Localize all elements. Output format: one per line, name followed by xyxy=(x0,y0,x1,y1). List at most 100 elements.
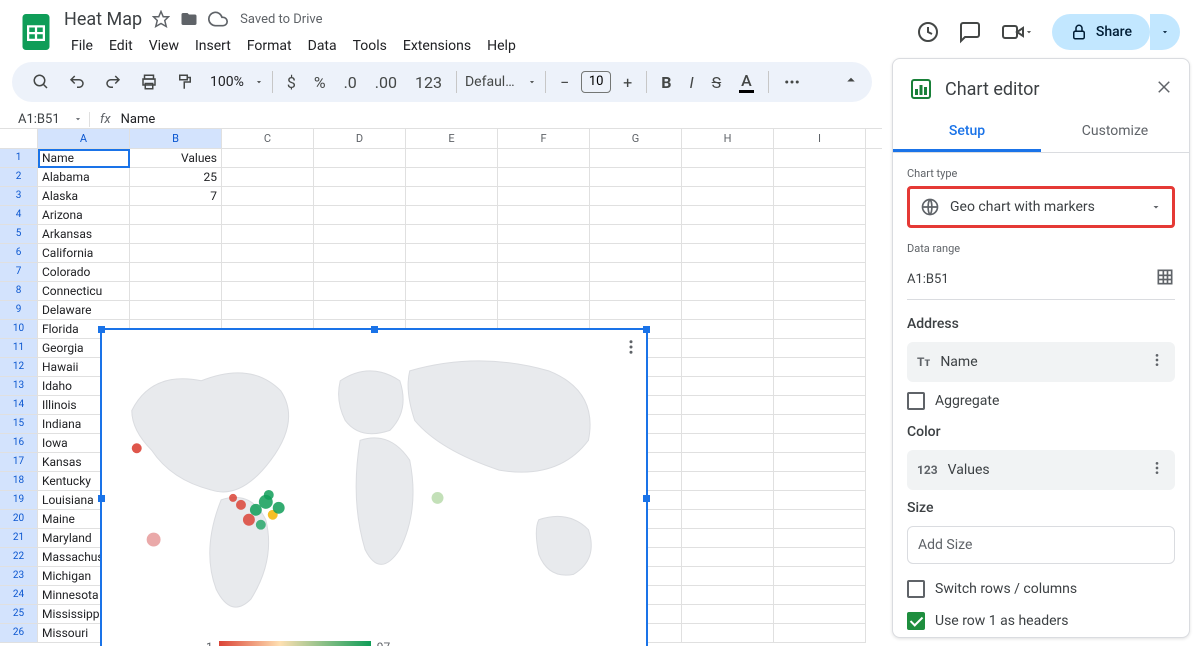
row-header[interactable]: 21 xyxy=(0,529,38,548)
cell[interactable] xyxy=(682,453,774,472)
row-header[interactable]: 23 xyxy=(0,567,38,586)
menu-view[interactable]: View xyxy=(142,36,186,56)
formula-bar[interactable]: Name xyxy=(121,112,156,127)
cell[interactable] xyxy=(774,358,866,377)
address-chip[interactable]: Tᴛ Name xyxy=(907,342,1175,382)
cell[interactable] xyxy=(222,263,314,282)
row-header[interactable]: 25 xyxy=(0,605,38,624)
row-header[interactable]: 5 xyxy=(0,225,38,244)
cell[interactable]: Name xyxy=(38,149,130,168)
row-header[interactable]: 10 xyxy=(0,320,38,339)
cell[interactable] xyxy=(774,529,866,548)
cell[interactable] xyxy=(222,206,314,225)
undo-icon[interactable] xyxy=(62,69,92,95)
chart-menu-icon[interactable] xyxy=(622,338,640,360)
cell[interactable]: Colorado xyxy=(38,263,130,282)
chart-type-select[interactable]: Geo chart with markers xyxy=(907,186,1175,228)
cell[interactable] xyxy=(590,187,682,206)
cell[interactable] xyxy=(590,301,682,320)
col-header-g[interactable]: G xyxy=(590,129,682,148)
cell[interactable] xyxy=(682,415,774,434)
col-header-i[interactable]: I xyxy=(774,129,866,148)
cell[interactable] xyxy=(590,168,682,187)
cell[interactable] xyxy=(406,168,498,187)
print-icon[interactable] xyxy=(134,69,164,95)
cell[interactable] xyxy=(682,282,774,301)
color-chip[interactable]: 123 Values xyxy=(907,450,1175,490)
cell[interactable] xyxy=(682,358,774,377)
col-header-e[interactable]: E xyxy=(406,129,498,148)
increase-decimal-icon[interactable]: .00 xyxy=(369,69,403,96)
comments-icon[interactable] xyxy=(958,20,982,44)
cell[interactable] xyxy=(590,149,682,168)
menu-help[interactable]: Help xyxy=(480,36,523,56)
cell[interactable] xyxy=(314,225,406,244)
bold-icon[interactable]: B xyxy=(655,69,677,96)
menu-edit[interactable]: Edit xyxy=(102,36,140,56)
more-icon[interactable] xyxy=(777,69,807,95)
menu-insert[interactable]: Insert xyxy=(188,36,238,56)
cell[interactable] xyxy=(774,396,866,415)
font-select[interactable]: Defaul… xyxy=(465,74,521,90)
cell[interactable] xyxy=(774,434,866,453)
cell[interactable] xyxy=(498,263,590,282)
cell[interactable] xyxy=(222,187,314,206)
cell[interactable] xyxy=(314,187,406,206)
cell[interactable] xyxy=(682,168,774,187)
cell[interactable] xyxy=(682,434,774,453)
cell[interactable] xyxy=(682,396,774,415)
cell[interactable]: Arkansas xyxy=(38,225,130,244)
cell[interactable] xyxy=(222,282,314,301)
search-icon[interactable] xyxy=(26,69,56,95)
spreadsheet-grid[interactable]: A B C D E F G H I 1NameValues2Alabama253… xyxy=(0,128,882,646)
cell[interactable] xyxy=(406,244,498,263)
cell[interactable] xyxy=(498,187,590,206)
cell[interactable] xyxy=(498,282,590,301)
cell[interactable] xyxy=(682,263,774,282)
cell[interactable] xyxy=(498,301,590,320)
row-header[interactable]: 20 xyxy=(0,510,38,529)
cell[interactable] xyxy=(774,377,866,396)
cell[interactable] xyxy=(774,301,866,320)
cell[interactable] xyxy=(498,168,590,187)
star-icon[interactable] xyxy=(152,10,170,28)
cell[interactable] xyxy=(314,168,406,187)
col-header-h[interactable]: H xyxy=(682,129,774,148)
cell[interactable] xyxy=(682,548,774,567)
row-header[interactable]: 14 xyxy=(0,396,38,415)
share-button[interactable]: Share xyxy=(1052,14,1150,50)
cell[interactable] xyxy=(314,149,406,168)
cell[interactable] xyxy=(222,244,314,263)
cell[interactable] xyxy=(774,320,866,339)
cell[interactable] xyxy=(682,567,774,586)
row-header[interactable]: 7 xyxy=(0,263,38,282)
row-header[interactable]: 8 xyxy=(0,282,38,301)
quick-share-button[interactable] xyxy=(1150,14,1180,50)
row-header[interactable]: 9 xyxy=(0,301,38,320)
cell[interactable]: Alabama xyxy=(38,168,130,187)
cell[interactable] xyxy=(406,225,498,244)
cell[interactable] xyxy=(774,491,866,510)
menu-tools[interactable]: Tools xyxy=(346,36,394,56)
cell[interactable] xyxy=(774,453,866,472)
switch-rows-checkbox[interactable] xyxy=(907,580,925,598)
cell[interactable] xyxy=(682,491,774,510)
col-header-a[interactable]: A xyxy=(38,129,130,148)
cell[interactable]: 7 xyxy=(130,187,222,206)
collapse-toolbar-icon[interactable] xyxy=(842,71,860,93)
row-header[interactable]: 6 xyxy=(0,244,38,263)
cell[interactable] xyxy=(682,377,774,396)
row-header[interactable]: 24 xyxy=(0,586,38,605)
cell[interactable]: 25 xyxy=(130,168,222,187)
cell[interactable]: Delaware xyxy=(38,301,130,320)
cell[interactable] xyxy=(314,301,406,320)
data-range-input[interactable] xyxy=(907,272,1155,287)
cell[interactable] xyxy=(590,282,682,301)
doc-title[interactable]: Heat Map xyxy=(64,9,142,30)
font-size-input[interactable]: 10 xyxy=(581,71,611,93)
cell[interactable] xyxy=(222,149,314,168)
cell[interactable] xyxy=(222,301,314,320)
decrease-decimal-icon[interactable]: .0 xyxy=(338,69,363,96)
cell[interactable] xyxy=(774,225,866,244)
cell[interactable] xyxy=(774,263,866,282)
